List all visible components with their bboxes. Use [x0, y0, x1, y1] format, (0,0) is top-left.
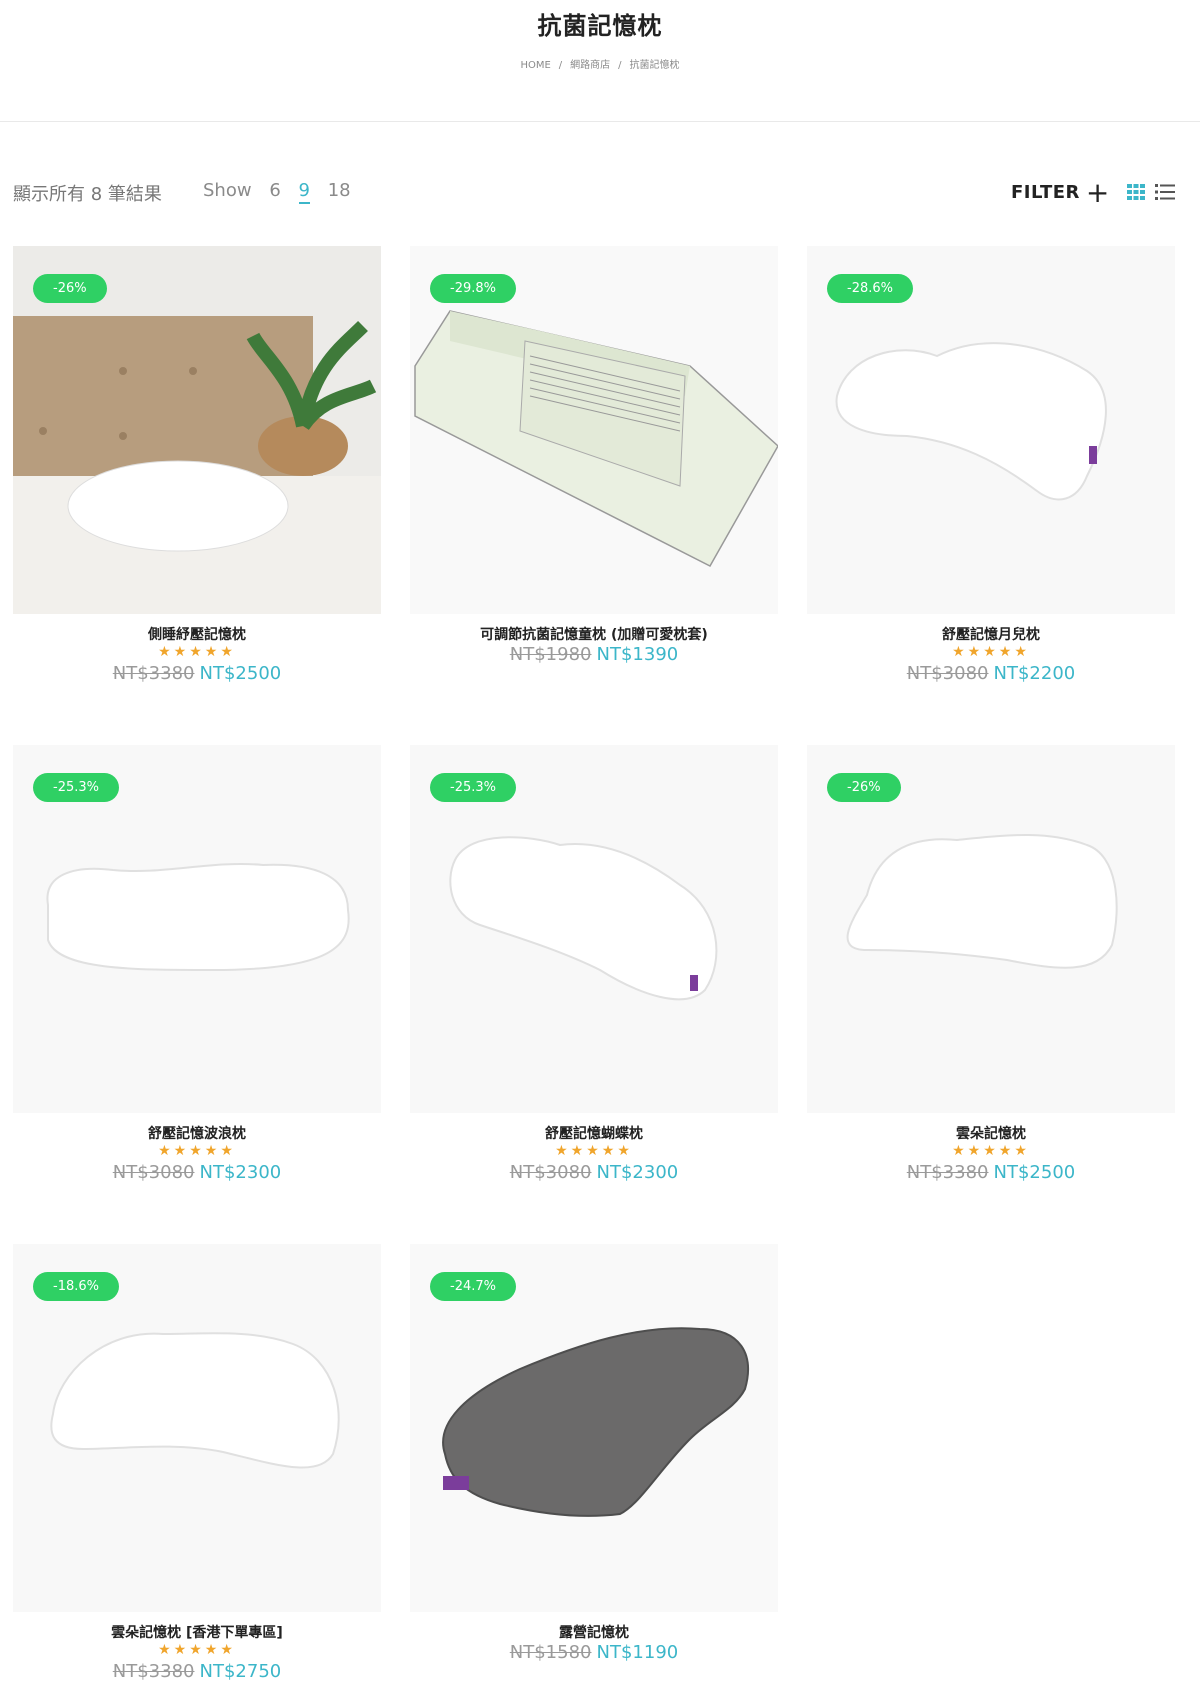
sale-price: NT$1190 [596, 1642, 679, 1663]
shop-toolbar: 顯示所有 8 筆結果 Show 6 9 18 FILTER + [0, 179, 1200, 210]
discount-badge: -25.3% [430, 773, 516, 802]
product-price: NT$3380 NT$2500 [13, 663, 381, 684]
product-image[interactable]: -25.3% [13, 745, 381, 1113]
discount-badge: -18.6% [33, 1272, 119, 1301]
grid-view-icon[interactable] [1127, 184, 1145, 200]
product-title[interactable]: 舒壓記憶蝴蝶枕 [410, 1123, 778, 1143]
product-price: NT$3080 NT$2200 [807, 663, 1175, 684]
product-title[interactable]: 可調節抗菌記憶童枕 (加贈可愛枕套) [410, 624, 778, 644]
product-image[interactable]: -28.6% [807, 246, 1175, 614]
regular-price: NT$3080 [906, 663, 989, 684]
product-price: NT$1580 NT$1190 [410, 1642, 778, 1663]
sale-price: NT$2750 [199, 1661, 282, 1682]
sale-price: NT$1390 [596, 644, 679, 665]
sale-price: NT$2200 [993, 663, 1076, 684]
regular-price: NT$3380 [112, 1661, 195, 1682]
discount-badge: -26% [827, 773, 901, 802]
discount-badge: -25.3% [33, 773, 119, 802]
product-price: NT$1980 NT$1390 [410, 644, 778, 665]
product-title[interactable]: 露營記憶枕 [410, 1622, 778, 1642]
star-rating: ★★★★★ [158, 1143, 236, 1159]
product-price: NT$3080 NT$2300 [410, 1162, 778, 1183]
sale-price: NT$2300 [199, 1162, 282, 1183]
sale-price: NT$2500 [199, 663, 282, 684]
regular-price: NT$3080 [112, 1162, 195, 1183]
product-price: NT$3080 NT$2300 [13, 1162, 381, 1183]
regular-price: NT$3380 [112, 663, 195, 684]
discount-badge: -29.8% [430, 274, 516, 303]
per-page-18[interactable]: 18 [328, 180, 351, 201]
breadcrumb: HOME / 網路商店 / 抗菌記憶枕 [520, 60, 680, 71]
product-title[interactable]: 雲朵記憶枕 [807, 1123, 1175, 1143]
per-page-9[interactable]: 9 [298, 180, 310, 204]
product-price: NT$3380 NT$2500 [807, 1162, 1175, 1183]
per-page-selector: Show 6 9 18 [203, 180, 363, 204]
product-title[interactable]: 側睡紓壓記憶枕 [13, 624, 381, 644]
discount-badge: -26% [33, 274, 107, 303]
regular-price: NT$1980 [509, 644, 592, 665]
filter-button[interactable]: FILTER + [1011, 179, 1110, 207]
regular-price: NT$3080 [509, 1162, 592, 1183]
show-label: Show [203, 180, 252, 201]
product-image[interactable]: -25.3% [410, 745, 778, 1113]
star-rating: ★★★★★ [158, 644, 236, 660]
sale-price: NT$2300 [596, 1162, 679, 1183]
product-title[interactable]: 舒壓記憶波浪枕 [13, 1123, 381, 1143]
star-rating: ★★★★★ [158, 1642, 236, 1658]
page-title: 抗菌記憶枕 [537, 12, 663, 40]
star-rating: ★★★★★ [952, 644, 1030, 660]
star-rating: ★★★★★ [952, 1143, 1030, 1159]
page-header: 抗菌記憶枕 HOME / 網路商店 / 抗菌記憶枕 [0, 0, 1200, 122]
star-rating: ★★★★★ [555, 1143, 633, 1159]
breadcrumb-home[interactable]: HOME [520, 60, 550, 71]
product-image[interactable]: -18.6% [13, 1244, 381, 1612]
regular-price: NT$1580 [509, 1642, 592, 1663]
product-price: NT$3380 NT$2750 [13, 1661, 381, 1682]
list-view-icon[interactable] [1155, 184, 1175, 200]
product-image[interactable]: -24.7% [410, 1244, 778, 1612]
discount-badge: -28.6% [827, 274, 913, 303]
regular-price: NT$3380 [906, 1162, 989, 1183]
filter-label: FILTER [1011, 182, 1080, 203]
plus-icon: + [1085, 176, 1110, 209]
discount-badge: -24.7% [430, 1272, 516, 1301]
product-image[interactable]: -26% [807, 745, 1175, 1113]
product-image[interactable]: -26% [13, 246, 381, 614]
product-title[interactable]: 雲朵記憶枕 [香港下單專區] [13, 1622, 381, 1642]
breadcrumb-current: 抗菌記憶枕 [629, 60, 680, 71]
per-page-6[interactable]: 6 [269, 180, 280, 201]
sale-price: NT$2500 [993, 1162, 1076, 1183]
breadcrumb-shop[interactable]: 網路商店 [570, 60, 610, 71]
product-image[interactable]: -29.8% [410, 246, 778, 614]
product-title[interactable]: 舒壓記憶月兒枕 [807, 624, 1175, 644]
result-count: 顯示所有 8 筆結果 [13, 184, 162, 205]
